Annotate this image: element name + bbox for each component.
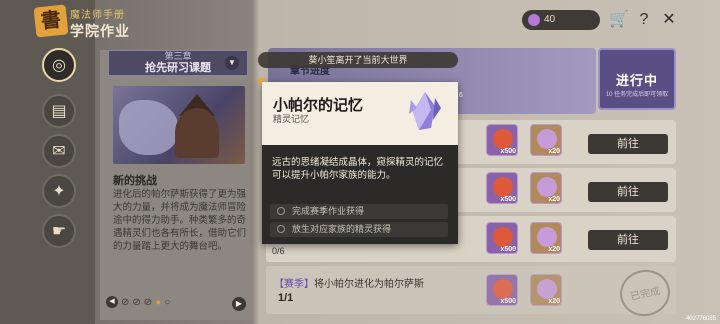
help-icon[interactable]: ? — [634, 10, 654, 30]
next-page-icon[interactable]: ▶ — [232, 297, 246, 311]
reward-item[interactable]: x500 — [486, 124, 518, 156]
pager-dot-3[interactable]: ⊘ — [144, 297, 152, 308]
pager-dot-5[interactable]: ○ — [164, 297, 170, 308]
coin-counter: 40 — [522, 10, 600, 30]
reward-amount: x20 — [548, 246, 560, 253]
item-description: 远古的思绪凝结成晶体，窥探精灵的记忆可以提升小帕尔家族的能力。 — [272, 157, 444, 181]
user-id: 402776085 — [685, 316, 716, 322]
pager-dot-active[interactable]: ● — [155, 297, 161, 308]
sidebar-item-fish[interactable]: ✦ — [42, 174, 76, 208]
task-row-completed — [266, 266, 676, 314]
book-icon: ▤ — [51, 103, 67, 120]
season-tag: 【赛季】 — [274, 279, 314, 290]
coin-amount: 40 — [544, 14, 556, 25]
reward-amount: x20 — [548, 196, 560, 203]
prev-page-icon[interactable]: ◀ — [106, 296, 118, 308]
crystal-icon — [537, 129, 557, 149]
reward-item[interactable]: x20 — [530, 274, 562, 306]
fire-icon — [493, 279, 513, 299]
fire-icon — [493, 129, 513, 149]
story-artwork — [113, 86, 245, 164]
memory-crystal-icon — [409, 92, 441, 130]
location-pin-icon — [277, 207, 285, 215]
fish-icon: ✦ — [52, 183, 66, 200]
chat-icon: ✉ — [52, 143, 66, 160]
location-pin-icon — [277, 225, 285, 233]
goto-button[interactable]: 前往 — [588, 182, 668, 202]
chevron-down-icon[interactable]: ▼ — [225, 56, 239, 70]
item-type: 精灵记忆 — [273, 114, 310, 124]
close-icon[interactable]: ✕ — [659, 10, 679, 30]
in-progress-button[interactable]: 进行中 10 任务完成后即可领取 — [598, 48, 676, 110]
in-progress-sub: 10 任务完成后即可领取 — [605, 92, 669, 98]
sidebar-item-chat[interactable]: ✉ — [42, 134, 76, 168]
reward-item[interactable]: x500 — [486, 274, 518, 306]
handbook-logo: 書 — [33, 4, 69, 38]
story-heading: 新的挑战 — [113, 175, 157, 187]
spirit-figure — [119, 100, 179, 155]
reward-item[interactable]: x500 — [486, 172, 518, 204]
reward-amount: x500 — [500, 298, 516, 305]
sidebar-item-book[interactable]: ▤ — [42, 94, 76, 128]
story-pager: ◀ ⊘ ⊘ ⊘ ● ○ — [106, 296, 170, 308]
reward-item[interactable]: x20 — [530, 124, 562, 156]
reward-amount: x500 — [500, 196, 516, 203]
item-tooltip: 小帕尔的记忆 精灵记忆 远古的思绪凝结成晶体，窥探精灵的记忆可以提升小帕尔家族的… — [258, 78, 458, 244]
pager-dot-2[interactable]: ⊘ — [132, 297, 140, 308]
task-description: 【赛季】将小帕尔进化为帕尔萨斯 — [274, 275, 424, 290]
task-count: 1/1 — [278, 292, 294, 304]
fire-icon — [493, 177, 513, 197]
source-text: 放生对应家族的精灵获得 — [292, 224, 392, 234]
goto-button[interactable]: 前往 — [588, 230, 668, 250]
pager-dot-1[interactable]: ⊘ — [121, 297, 129, 308]
page-title: 魔法师手册 学院作业 — [70, 6, 130, 41]
reward-amount: x20 — [548, 148, 560, 155]
task-text: 将小帕尔进化为帕尔萨斯 — [314, 279, 424, 290]
task-count: 0/6 — [272, 246, 285, 256]
sidebar-item-hand[interactable]: ☛ — [42, 214, 76, 248]
tooltip-header: 小帕尔的记忆 精灵记忆 — [258, 78, 458, 145]
reward-item[interactable]: x500 — [486, 222, 518, 254]
source-item[interactable]: 完成赛季作业获得 — [270, 204, 448, 219]
reward-amount: x20 — [548, 298, 560, 305]
source-text: 完成赛季作业获得 — [292, 206, 365, 216]
crystal-icon — [537, 279, 557, 299]
target-icon: ◎ — [52, 57, 66, 74]
hand-icon: ☛ — [51, 223, 67, 240]
crystal-icon — [537, 227, 557, 247]
tooltip-corner-accent — [258, 78, 266, 86]
fire-icon — [493, 227, 513, 247]
left-sidebar: ◎ ▤ ✉ ✦ ☛ — [0, 0, 95, 324]
coin-icon — [528, 14, 540, 26]
world-toast: 葵小笙离开了当前大世界 — [258, 52, 458, 68]
reward-item[interactable]: x20 — [530, 172, 562, 204]
story-body: 进化后的帕尔萨斯获得了更为强大的力量，并将成为魔法师冒险途中的得力助手。种类繁多… — [113, 189, 247, 252]
sidebar-item-target[interactable]: ◎ — [42, 48, 76, 82]
reward-item[interactable]: x20 — [530, 222, 562, 254]
crystal-icon — [537, 177, 557, 197]
page-title-text: 学院作业 — [70, 23, 130, 39]
reward-amount: x500 — [500, 148, 516, 155]
goto-button[interactable]: 前往 — [588, 134, 668, 154]
page-subtitle: 魔法师手册 — [70, 10, 125, 21]
reward-amount: x500 — [500, 246, 516, 253]
source-item[interactable]: 放生对应家族的精灵获得 — [270, 222, 448, 237]
mage-figure — [175, 108, 219, 158]
cart-icon[interactable]: 🛒 — [609, 10, 629, 30]
in-progress-label: 进行中 — [615, 73, 658, 88]
